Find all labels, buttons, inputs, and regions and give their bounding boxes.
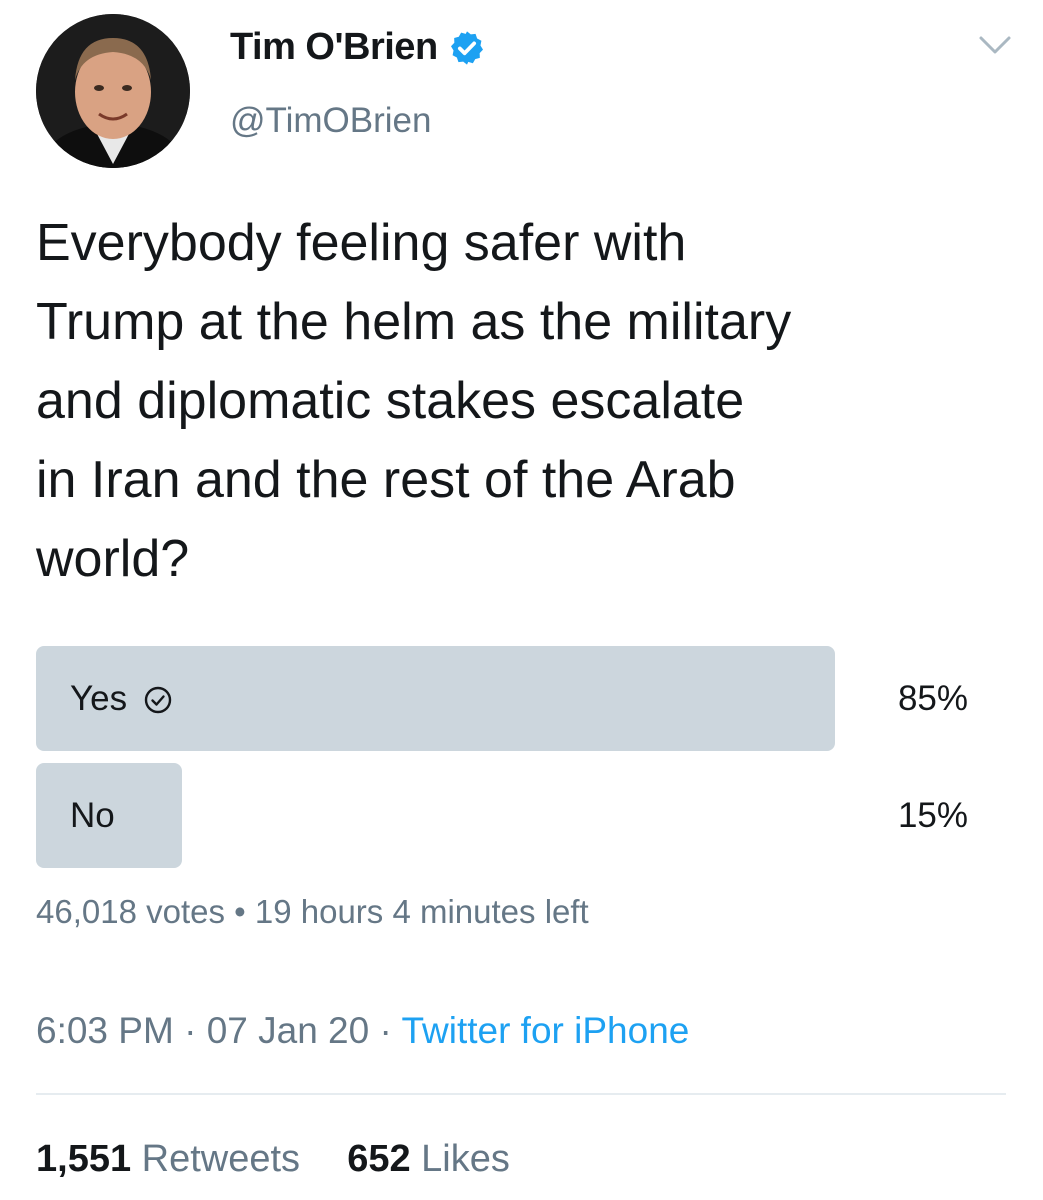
likes-label: Likes — [421, 1138, 510, 1180]
tweet-stats: 1,551 Retweets 652 Likes — [36, 1138, 510, 1181]
tweet-source-link[interactable]: Twitter for iPhone — [401, 1010, 689, 1051]
tweet-timestamp: 6:03 PM · 07 Jan 20 · Twitter for iPhone — [36, 1010, 689, 1052]
poll-option-label: Yes — [70, 678, 128, 718]
retweets-count: 1,551 — [36, 1138, 132, 1180]
poll-option-label: No — [70, 795, 115, 835]
display-name-text: Tim O'Brien — [230, 26, 438, 68]
retweets-stat[interactable]: 1,551 Retweets — [36, 1138, 311, 1180]
poll-option-yes[interactable]: Yes 85% — [36, 646, 976, 751]
poll-option-percent: 85% — [897, 678, 968, 718]
poll-votes: 46,018 votes — [36, 893, 225, 930]
verified-badge-icon — [448, 29, 486, 67]
poll: Yes 85% No 15% — [36, 646, 976, 880]
retweets-label: Retweets — [141, 1138, 301, 1180]
poll-meta-separator: • — [224, 893, 255, 930]
tweet-time[interactable]: 6:03 PM — [36, 1010, 174, 1051]
avatar[interactable] — [36, 14, 190, 168]
check-circle-icon — [143, 684, 173, 714]
display-name[interactable]: Tim O'Brien — [230, 26, 486, 69]
divider — [36, 1093, 1006, 1095]
poll-time-left: 19 hours 4 minutes left — [254, 893, 589, 930]
tweet-text: Everybody feeling safer with Trump at th… — [36, 214, 792, 588]
user-handle[interactable]: @TimOBrien — [230, 101, 431, 141]
poll-option-no[interactable]: No 15% — [36, 763, 976, 868]
chevron-down-icon[interactable] — [975, 30, 1015, 60]
meta-separator: · — [369, 1010, 402, 1051]
meta-separator: · — [173, 1010, 207, 1051]
likes-count: 652 — [347, 1138, 411, 1180]
poll-option-percent: 15% — [897, 795, 968, 835]
poll-meta: 46,018 votes • 19 hours 4 minutes left — [36, 893, 589, 931]
tweet-date[interactable]: 07 Jan 20 — [207, 1010, 370, 1051]
likes-stat[interactable]: 652 Likes — [347, 1138, 510, 1180]
